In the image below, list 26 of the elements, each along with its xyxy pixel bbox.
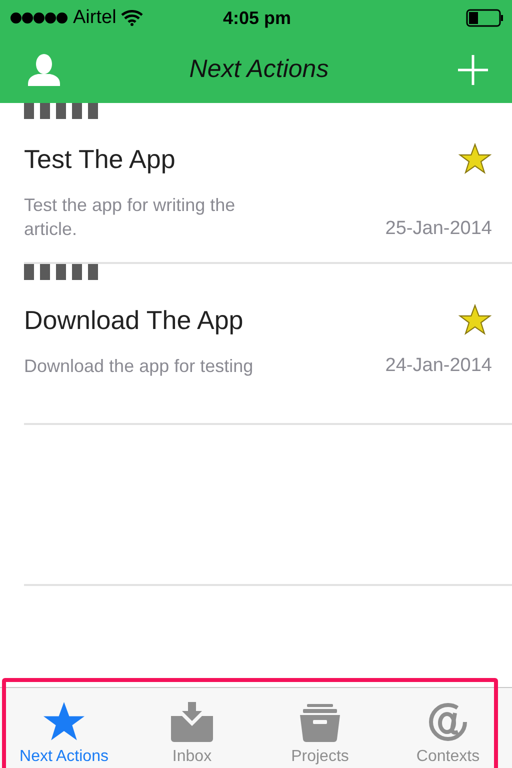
task-title: Test The App bbox=[24, 144, 176, 174]
task-description: Download the app for testing bbox=[24, 355, 254, 378]
battery-icon bbox=[466, 9, 504, 27]
tab[interactable]: Contexts bbox=[384, 688, 512, 768]
signal-icon bbox=[10, 12, 68, 24]
task-row[interactable]: Test The App Test the app for writing the article. 25-Jan-2014 bbox=[24, 103, 512, 264]
at-sign-icon bbox=[427, 702, 469, 742]
profile-button[interactable] bbox=[28, 54, 60, 86]
task-row[interactable]: Download The App Download the app for testing 24-Jan-2014 bbox=[24, 264, 512, 425]
nav-title: Next Actions bbox=[189, 55, 329, 84]
task-title: Download The App bbox=[24, 304, 244, 336]
drawer-icon bbox=[299, 702, 341, 742]
task-date: 24-Jan-2014 bbox=[385, 354, 492, 378]
star-icon bbox=[43, 702, 85, 742]
star-icon[interactable] bbox=[458, 304, 492, 336]
status-time: 4:05 pm bbox=[222, 8, 292, 28]
add-button[interactable] bbox=[458, 54, 488, 84]
carrier-name: Airtel bbox=[73, 7, 116, 29]
tab[interactable]: Inbox bbox=[128, 688, 256, 768]
tab[interactable]: Projects bbox=[256, 688, 384, 768]
wifi-icon bbox=[121, 10, 144, 26]
task-description: Test the app for writing the article. bbox=[24, 194, 236, 241]
star-icon[interactable] bbox=[458, 143, 492, 175]
task-date: 25-Jan-2014 bbox=[385, 217, 492, 241]
inbox-icon bbox=[171, 702, 213, 742]
tab[interactable]: Next Actions bbox=[0, 688, 128, 768]
